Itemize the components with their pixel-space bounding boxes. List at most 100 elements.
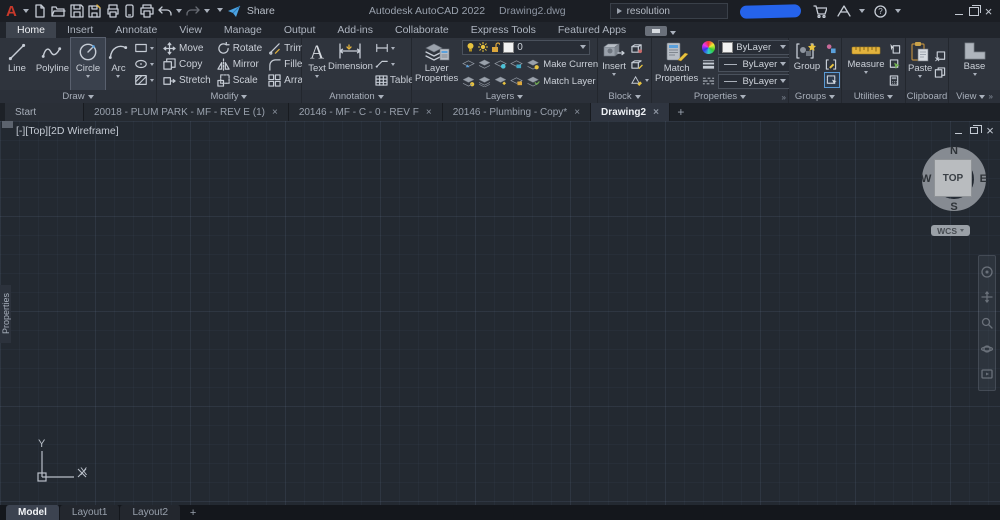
file-tab-drawing2[interactable]: Drawing2 × xyxy=(591,103,670,121)
rectangle-button[interactable] xyxy=(134,41,154,55)
layout1-tab[interactable]: Layout1 xyxy=(59,505,121,520)
close-tab-icon[interactable]: × xyxy=(653,107,659,118)
copy-clip-button[interactable] xyxy=(934,65,946,79)
viewcube-west[interactable]: W xyxy=(921,173,931,185)
new-drawing-tab-button[interactable]: + xyxy=(670,103,692,121)
layout2-tab[interactable]: Layout2 xyxy=(120,505,182,520)
match-layer-button[interactable]: Match Layer xyxy=(543,76,595,87)
circle-button[interactable]: Circle xyxy=(70,37,106,91)
file-tab-2[interactable]: 20146 - MF - C - 0 - REV F × xyxy=(288,103,443,121)
qnew-button[interactable] xyxy=(33,2,47,20)
measure-button[interactable]: Measure xyxy=(845,38,887,90)
ribbon-display-toggle[interactable] xyxy=(645,26,668,36)
arc-button[interactable]: Arc xyxy=(105,38,132,90)
zoom-icon[interactable] xyxy=(981,317,993,329)
palette-autohide-button[interactable] xyxy=(2,121,13,128)
dimension-button[interactable]: Dimension xyxy=(328,38,373,90)
file-tab-start[interactable]: Start xyxy=(5,103,84,121)
polyline-button[interactable]: Polyline xyxy=(34,38,71,90)
layer-properties-button[interactable]: Layer Properties xyxy=(415,38,458,90)
linear-dim-button[interactable] xyxy=(375,41,414,55)
save-button[interactable] xyxy=(70,2,84,20)
drawing-close-button[interactable] xyxy=(984,124,996,136)
ribbon-display-caret-icon[interactable] xyxy=(670,31,677,35)
make-current-button[interactable]: Make Current xyxy=(543,59,601,70)
tab-manage[interactable]: Manage xyxy=(213,22,273,38)
file-tab-1[interactable]: 20018 - PLUM PARK - MF - REV E (1) × xyxy=(84,103,289,121)
account-caret-icon[interactable] xyxy=(859,9,865,13)
viewcube-north[interactable]: N xyxy=(950,145,958,157)
paste-button[interactable]: Paste xyxy=(908,38,932,90)
line-button[interactable]: Line xyxy=(0,38,34,90)
autocad-logo-icon[interactable]: A xyxy=(4,4,19,19)
viewport-controls[interactable]: [-][Top][2D Wireframe] xyxy=(16,125,119,137)
tab-insert[interactable]: Insert xyxy=(56,22,104,38)
text-button[interactable]: A Text xyxy=(306,38,328,90)
tab-output[interactable]: Output xyxy=(273,22,327,38)
annotation-panel-label[interactable]: Annotation xyxy=(302,90,411,103)
move-button[interactable]: Move xyxy=(163,41,211,55)
tab-featured-apps[interactable]: Featured Apps xyxy=(547,22,637,38)
navigation-bar[interactable] xyxy=(978,255,996,391)
base-button[interactable]: Base xyxy=(956,38,994,90)
drawing-restore-button[interactable] xyxy=(968,124,982,136)
insert-button[interactable]: Insert xyxy=(600,38,628,90)
layers-panel-label[interactable]: Layers xyxy=(412,90,597,103)
group-selection-toggle[interactable] xyxy=(824,72,840,88)
quick-calculator-button[interactable] xyxy=(889,73,901,87)
viewcube[interactable]: TOP N S W E xyxy=(921,145,987,213)
quick-select-button[interactable] xyxy=(889,57,901,71)
utilities-panel-label[interactable]: Utilities xyxy=(842,90,905,103)
properties-panel-label[interactable]: Properties xyxy=(652,90,788,103)
tab-annotate[interactable]: Annotate xyxy=(104,22,168,38)
drawing-minimize-button[interactable] xyxy=(952,124,964,136)
close-tab-icon[interactable]: × xyxy=(574,107,580,118)
app-menu-caret-icon[interactable] xyxy=(22,9,29,13)
close-button[interactable] xyxy=(981,2,996,20)
tab-express-tools[interactable]: Express Tools xyxy=(460,22,547,38)
layer-select[interactable]: 0 xyxy=(462,39,591,55)
leader-button[interactable] xyxy=(375,57,414,71)
tab-collaborate[interactable]: Collaborate xyxy=(384,22,460,38)
ungroup-button[interactable] xyxy=(825,41,839,55)
help-caret-icon[interactable] xyxy=(895,9,901,13)
ellipse-button[interactable] xyxy=(134,57,154,71)
redo-button[interactable] xyxy=(186,2,200,20)
modify-panel-label[interactable]: Modify xyxy=(157,90,301,103)
viewcube-south[interactable]: S xyxy=(950,201,957,213)
share-label[interactable]: Share xyxy=(247,5,275,17)
object-color-select[interactable]: ByLayer xyxy=(718,39,791,55)
close-tab-icon[interactable]: × xyxy=(272,107,278,118)
search-input[interactable]: resolution xyxy=(609,3,728,19)
id-point-button[interactable] xyxy=(889,41,901,55)
tab-addins[interactable]: Add-ins xyxy=(326,22,384,38)
drawing-canvas[interactable]: [-][Top][2D Wireframe] Properties TOP N … xyxy=(0,121,1000,505)
close-tab-icon[interactable]: × xyxy=(426,107,432,118)
block-panel-label[interactable]: Block xyxy=(598,90,651,103)
pan-icon[interactable] xyxy=(981,291,993,304)
scale-button[interactable]: Scale xyxy=(217,73,262,87)
plot-button[interactable] xyxy=(106,2,120,20)
group-edit-button[interactable] xyxy=(825,57,839,71)
open-button[interactable] xyxy=(51,2,66,20)
write-block-button[interactable] xyxy=(630,57,649,71)
viewcube-east[interactable]: E xyxy=(980,173,987,185)
new-layout-button[interactable]: + xyxy=(181,505,205,520)
orbit-icon[interactable] xyxy=(981,343,993,355)
lineweight-select[interactable]: ByLayer xyxy=(718,56,791,72)
mobile-app-button[interactable] xyxy=(124,2,136,20)
group-button[interactable]: Group xyxy=(791,38,823,90)
autodesk-account-icon[interactable] xyxy=(835,2,853,20)
print-button[interactable] xyxy=(140,2,154,20)
redo-caret-icon[interactable] xyxy=(203,9,210,13)
viewcube-top-face[interactable]: TOP xyxy=(934,159,972,197)
customize-qat-caret-icon[interactable] xyxy=(216,7,223,12)
tab-view[interactable]: View xyxy=(168,22,213,38)
mirror-button[interactable]: Mirror xyxy=(217,57,262,71)
tab-home[interactable]: Home xyxy=(6,22,57,38)
stretch-button[interactable]: Stretch xyxy=(163,74,211,87)
undo-caret-icon[interactable] xyxy=(175,9,182,13)
copy-button[interactable]: Copy xyxy=(163,57,211,71)
save-as-button[interactable] xyxy=(88,2,102,20)
draw-panel-label[interactable]: Draw xyxy=(0,90,156,103)
